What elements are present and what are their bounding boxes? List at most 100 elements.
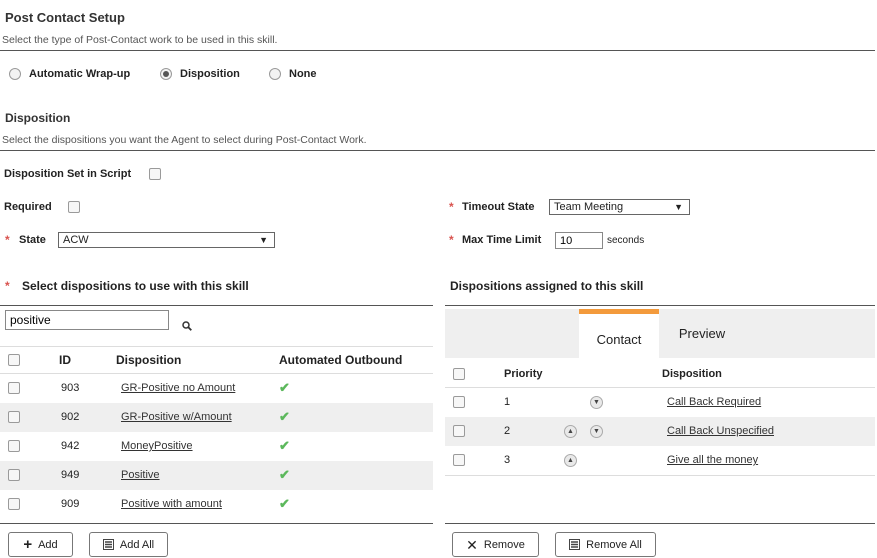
add-button[interactable]: + Add [8,532,73,557]
timeout-state-label: Timeout State [462,201,535,213]
row-checkbox[interactable] [453,396,465,408]
left-panel-title: Select dispositions to use with this ski… [22,279,249,293]
right-panel-title: Dispositions assigned to this skill [450,279,644,293]
post-contact-title: Post Contact Setup [5,10,125,25]
row-id: 942 [61,440,80,452]
add-all-button[interactable]: Add All [89,532,168,557]
check-icon: ✔ [279,380,290,395]
required-marker: * [449,233,454,247]
radio-label: Disposition [180,68,240,80]
table-row[interactable]: 2 ▲ ▼ Call Back Unspecified [445,417,875,446]
divider [445,523,875,524]
post-contact-description: Select the type of Post-Contact work to … [2,34,278,46]
radio-label: None [289,68,317,80]
table-row[interactable]: 942 MoneyPositive ✔ [0,432,433,461]
move-up-icon[interactable]: ▲ [564,454,577,467]
add-all-button-label: Add All [119,538,155,551]
radio-disposition[interactable]: Disposition [160,68,240,80]
column-header-disposition: Disposition [662,368,722,380]
divider [445,305,875,306]
row-disposition-link[interactable]: Positive [121,469,160,481]
tab-preview[interactable]: Preview [662,309,742,358]
row-disposition-link[interactable]: GR-Positive w/Amount [121,411,232,423]
search-input[interactable] [5,310,169,330]
divider [0,50,875,51]
right-table-header: Priority Disposition [445,360,875,387]
table-row[interactable]: 902 GR-Positive w/Amount ✔ [0,403,433,432]
row-checkbox[interactable] [8,382,20,394]
move-up-icon[interactable]: ▲ [564,425,577,438]
table-row[interactable]: 949 Positive ✔ [0,461,433,490]
remove-button[interactable]: ✕ Remove [452,532,539,557]
divider [445,475,875,476]
tab-bar [445,309,875,358]
row-priority: 1 [504,396,511,408]
divider [0,523,433,524]
required-checkbox[interactable] [68,201,80,213]
move-down-icon[interactable]: ▼ [590,425,603,438]
row-checkbox[interactable] [8,498,20,510]
list-icon [102,539,114,550]
remove-all-button[interactable]: Remove All [555,532,656,557]
row-disposition-link[interactable]: Call Back Unspecified [667,425,774,437]
required-label: Required [4,201,52,213]
table-row[interactable]: 3 ▲ Give all the money [445,446,875,475]
list-icon [569,539,581,550]
set-in-script-label: Disposition Set in Script [4,168,132,180]
select-all-checkbox[interactable] [8,354,20,366]
check-icon: ✔ [279,467,290,482]
table-row[interactable]: 903 GR-Positive no Amount ✔ [0,374,433,403]
disposition-description: Select the dispositions you want the Age… [2,134,367,146]
required-marker: * [5,233,10,247]
column-header-id: ID [59,353,71,367]
remove-button-label: Remove [483,538,525,551]
table-row[interactable]: 1 ▼ Call Back Required [445,388,875,417]
max-time-label: Max Time Limit [462,234,542,246]
row-checkbox[interactable] [8,469,20,481]
move-down-icon[interactable]: ▼ [590,396,603,409]
timeout-state-select[interactable]: Team Meeting ▼ [549,199,690,215]
divider [0,305,433,306]
row-id: 909 [61,498,80,510]
max-time-unit: seconds [607,235,645,246]
required-marker: * [449,200,454,214]
plus-icon: + [23,536,33,553]
row-disposition-link[interactable]: GR-Positive no Amount [121,382,235,394]
row-id: 949 [61,469,80,481]
row-priority: 3 [504,454,511,466]
radio-automatic-wrap-up[interactable]: Automatic Wrap-up [9,68,130,80]
check-icon: ✔ [279,438,290,453]
column-header-automated-outbound: Automated Outbound [279,353,403,367]
state-value: ACW [63,234,89,246]
column-header-priority: Priority [504,368,543,380]
check-icon: ✔ [279,409,290,424]
chevron-down-icon: ▼ [674,202,683,212]
row-disposition-link[interactable]: Give all the money [667,454,758,466]
state-select[interactable]: ACW ▼ [58,232,275,248]
tab-contact-label: Contact [596,332,642,347]
divider [0,150,875,151]
radio-label: Automatic Wrap-up [29,68,131,80]
row-disposition-link[interactable]: Positive with amount [121,498,222,510]
radio-button[interactable] [160,68,172,80]
row-disposition-link[interactable]: Call Back Required [667,396,761,408]
row-checkbox[interactable] [8,411,20,423]
row-checkbox[interactable] [453,454,465,466]
column-header-disposition: Disposition [116,353,182,367]
set-in-script-checkbox[interactable] [149,168,161,180]
state-label: State [19,234,46,246]
select-all-checkbox[interactable] [453,368,465,380]
radio-none[interactable]: None [269,68,317,80]
disposition-title: Disposition [5,111,71,125]
max-time-input[interactable] [555,232,603,249]
tab-contact[interactable]: Contact [579,309,659,359]
radio-button[interactable] [269,68,281,80]
radio-button[interactable] [9,68,21,80]
table-row[interactable]: 909 Positive with amount ✔ [0,490,433,519]
row-disposition-link[interactable]: MoneyPositive [121,440,193,452]
close-icon: ✕ [466,536,478,553]
check-icon: ✔ [279,496,290,511]
row-checkbox[interactable] [8,440,20,452]
search-icon[interactable] [182,321,192,331]
row-checkbox[interactable] [453,425,465,437]
